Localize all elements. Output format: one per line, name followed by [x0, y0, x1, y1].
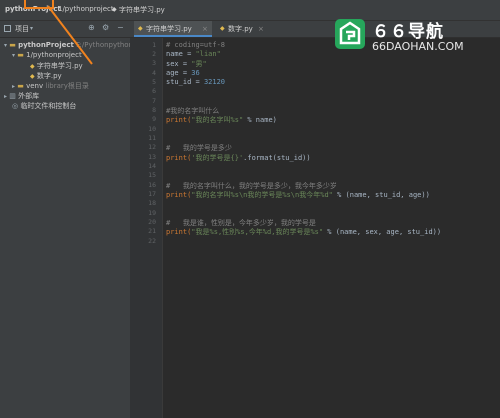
project-view-label[interactable]: 项目: [15, 24, 29, 34]
code-line: # coding=utf-8: [166, 41, 226, 49]
project-view-icon[interactable]: [4, 25, 11, 32]
code-line: sex = "男": [166, 60, 207, 68]
python-file-icon: ◆: [112, 6, 117, 13]
watermark-title: ６６导航: [372, 22, 444, 42]
code-editor[interactable]: # coding=utf-8 name = "lian" sex = "男" a…: [163, 38, 500, 418]
line-number: 8: [152, 106, 156, 114]
line-number: 17: [148, 190, 156, 198]
folder-icon: ▬: [9, 41, 16, 49]
gear-icon[interactable]: ⚙: [102, 23, 109, 32]
python-file-icon: ◆: [220, 25, 225, 32]
line-number: 6: [152, 87, 156, 95]
line-number: 9: [152, 115, 156, 123]
chevron-down-icon: ▾: [4, 42, 8, 49]
tab-number[interactable]: ◆ 数字.py ×: [216, 21, 268, 37]
line-number: 5: [152, 78, 156, 86]
tree-external-libs[interactable]: ▸ ▥ 外部库: [4, 91, 39, 101]
close-icon[interactable]: ×: [202, 21, 208, 37]
watermark-url: 66DAOHAN.COM: [372, 40, 464, 53]
line-number: 14: [148, 162, 156, 170]
python-file-icon: ◆: [138, 25, 143, 32]
library-icon: ▥: [9, 92, 16, 100]
folder-icon: ▬: [17, 82, 24, 90]
code-line: stu_id = 32120: [166, 78, 226, 86]
line-number: 12: [148, 143, 156, 151]
code-line: print('我的学号是{}'.format(stu_id)): [166, 154, 311, 162]
tree-file[interactable]: ◆ 数字.py: [30, 71, 62, 81]
folder-icon: ▬: [17, 51, 24, 59]
scratch-icon: ◎: [12, 102, 19, 110]
breadcrumb-file[interactable]: 字符串学习.py: [119, 5, 165, 15]
code-line: print("我的名字叫%s\n我的学号是%s\n我今年%d" % (name,…: [166, 191, 430, 199]
code-line: # 我的学号是多少: [166, 144, 232, 152]
chevron-right-icon: ▸: [4, 93, 8, 100]
annotation-arrow: [47, 5, 93, 65]
line-number: 3: [152, 59, 156, 67]
code-line: print("我是%s,性别%s,今年%d,我的学号是%s" % (name, …: [166, 228, 442, 236]
python-file-icon: ◆: [30, 63, 35, 70]
chevron-down-icon[interactable]: ▾: [30, 25, 33, 32]
line-gutter: 1 2 3 4 5 6 7 8 9 10 11 12 13 14 15 16 1…: [130, 38, 163, 418]
line-number: 2: [152, 50, 156, 58]
tree-file-label: 数字.py: [36, 72, 62, 80]
close-icon[interactable]: ×: [258, 21, 264, 37]
line-number: 11: [148, 134, 156, 142]
tab-string-learning[interactable]: ◆ 字符串学习.py ×: [134, 21, 212, 37]
tree-external-label: 外部库: [18, 92, 40, 100]
chevron-down-icon: ▾: [12, 52, 16, 59]
tree-scratches-label: 临时文件和控制台: [20, 102, 77, 110]
code-line: name = "lian": [166, 50, 221, 58]
project-tree: ▾ ▬ pythonProject F:/PythonpythonPro ▾ ▬…: [0, 38, 144, 418]
python-file-icon: ◆: [30, 73, 35, 80]
tree-venv-note: library根目录: [45, 82, 89, 90]
line-number: 22: [148, 237, 156, 245]
line-number: 20: [148, 218, 156, 226]
line-number: 4: [152, 69, 156, 77]
tree-venv[interactable]: ▸ ▬ venv library根目录: [12, 81, 89, 91]
line-number: 10: [148, 125, 156, 133]
watermark-logo: ６６导航 66DAOHAN.COM: [332, 14, 492, 58]
line-number: 18: [148, 199, 156, 207]
code-line: print("我的名字叫%s" % name): [166, 116, 277, 124]
chevron-right-icon: ▸: [12, 83, 16, 90]
tab-label: 字符串学习.py: [146, 25, 192, 33]
line-number: 13: [148, 153, 156, 161]
tab-label: 数字.py: [228, 25, 253, 33]
line-number: 15: [148, 171, 156, 179]
line-number: 19: [148, 209, 156, 217]
hide-panel-icon[interactable]: −: [117, 23, 124, 32]
logo-icon: [335, 19, 365, 49]
line-number: 16: [148, 181, 156, 189]
line-number: 21: [148, 227, 156, 235]
tree-venv-label: venv: [26, 82, 44, 90]
tree-scratches[interactable]: ◎ 临时文件和控制台: [12, 101, 76, 111]
line-number: 1: [152, 41, 156, 49]
line-number: 7: [152, 97, 156, 105]
code-line: age = 36: [166, 69, 200, 77]
